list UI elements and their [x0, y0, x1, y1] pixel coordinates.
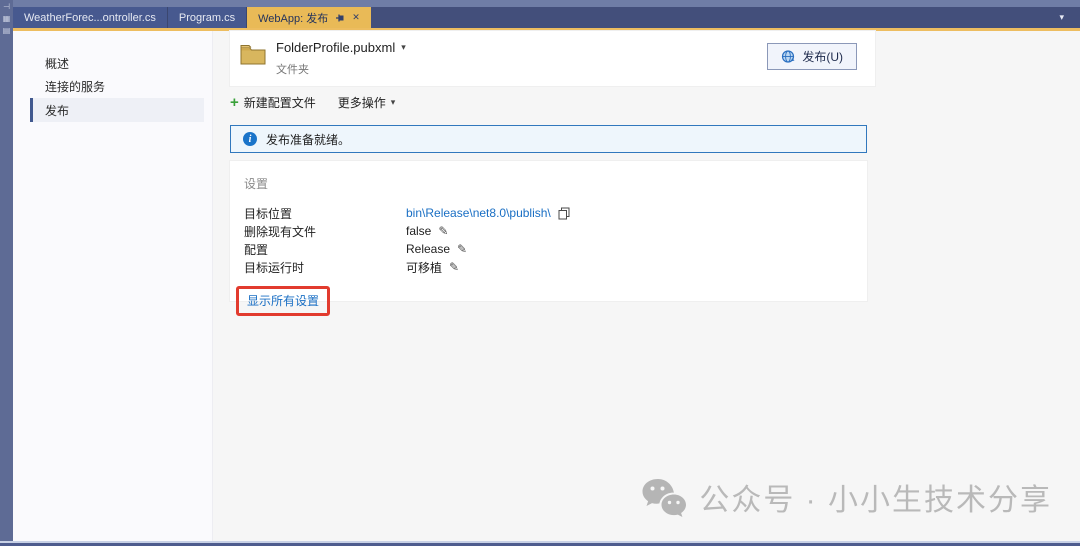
setting-value: false	[406, 224, 431, 238]
profile-name-dropdown[interactable]: FolderProfile.pubxml ▾	[276, 40, 406, 55]
tab-program-cs[interactable]: Program.cs	[168, 7, 247, 28]
sidebar-item-connected-services[interactable]: 连接的服务	[13, 75, 212, 98]
settings-section-title: 设置	[244, 175, 853, 192]
edit-pencil-icon[interactable]: ✎	[457, 242, 467, 256]
target-location-link[interactable]: bin\Release\net8.0\publish\	[406, 206, 551, 220]
watermark: 公众号 · 小小生技术分享	[641, 475, 1052, 519]
setting-label: 目标运行时	[244, 259, 406, 276]
rail-tool-icon[interactable]: ⊣	[3, 2, 10, 12]
profile-name: FolderProfile.pubxml	[276, 40, 395, 55]
chevron-down-icon: ▾	[401, 42, 406, 53]
setting-row-configuration: 配置 Release ✎	[244, 240, 853, 258]
sidebar-item-label: 连接的服务	[45, 78, 105, 95]
close-icon[interactable]: ✕	[352, 13, 360, 22]
edit-pencil-icon[interactable]: ✎	[449, 260, 459, 274]
profile-type-label: 文件夹	[276, 61, 309, 77]
workspace: 概述 连接的服务 发布 FolderPr	[13, 31, 1080, 541]
publish-sidebar: 概述 连接的服务 发布	[13, 31, 213, 541]
profile-header-card: FolderProfile.pubxml ▾ 文件夹 发布(U)	[230, 31, 875, 86]
more-actions-label: 更多操作	[338, 94, 386, 111]
tab-weatherforecast-controller[interactable]: WeatherForec...ontroller.cs	[13, 7, 168, 28]
sidebar-item-label: 概述	[45, 55, 69, 72]
wechat-icon	[641, 477, 687, 517]
new-profile-button[interactable]: + 新建配置文件	[230, 94, 316, 111]
publish-button-label: 发布(U)	[802, 48, 843, 65]
folder-icon	[240, 44, 266, 70]
more-actions-button[interactable]: 更多操作 ▾	[338, 94, 396, 111]
pin-icon[interactable]	[335, 13, 345, 23]
chevron-down-icon: ▾	[391, 97, 396, 108]
setting-value: 可移植	[406, 259, 442, 276]
publish-button[interactable]: 发布(U)	[767, 43, 857, 70]
rail-tool-icon[interactable]: ▤	[3, 26, 11, 36]
tab-label: Program.cs	[179, 12, 235, 24]
setting-row-target-runtime: 目标运行时 可移植 ✎	[244, 258, 853, 276]
publish-main-panel: FolderProfile.pubxml ▾ 文件夹 发布(U)	[213, 31, 1080, 541]
vs-publish-window: ⊣ ▦ ▤ WeatherForec...ontroller.cs Progra…	[0, 0, 1080, 546]
setting-label: 配置	[244, 241, 406, 258]
annotation-box: 显示所有设置	[236, 286, 330, 316]
settings-card: 设置 目标位置 bin\Release\net8.0\publish\ 删除现有…	[230, 161, 867, 301]
profile-toolbar: + 新建配置文件 更多操作 ▾	[230, 94, 395, 111]
new-profile-label: 新建配置文件	[244, 94, 316, 111]
sidebar-item-label: 发布	[45, 102, 69, 119]
setting-label: 删除现有文件	[244, 223, 406, 240]
title-strip	[13, 0, 1080, 7]
tab-webapp-publish[interactable]: WebApp: 发布 ✕	[247, 7, 371, 28]
setting-row-target-location: 目标位置 bin\Release\net8.0\publish\	[244, 204, 853, 222]
sidebar-item-overview[interactable]: 概述	[13, 52, 212, 75]
tab-label: WebApp: 发布	[258, 10, 328, 26]
plus-icon: +	[230, 95, 239, 110]
document-tab-bar: WeatherForec...ontroller.cs Program.cs W…	[13, 7, 1080, 28]
copy-icon[interactable]	[558, 207, 570, 220]
info-icon: i	[243, 132, 257, 146]
setting-value: Release	[406, 242, 450, 256]
tab-label: WeatherForec...ontroller.cs	[24, 12, 156, 24]
publish-globe-icon	[781, 49, 796, 64]
rail-tool-icon[interactable]: ▦	[3, 14, 11, 24]
edit-pencil-icon[interactable]: ✎	[438, 224, 448, 238]
publish-ready-infobar: i 发布准备就绪。	[230, 125, 867, 153]
activity-rail: ⊣ ▦ ▤	[0, 0, 13, 546]
show-all-settings-link[interactable]: 显示所有设置	[247, 294, 319, 308]
watermark-text: 公众号 · 小小生技术分享	[699, 475, 1052, 519]
document-well-dropdown-icon[interactable]: ▾	[1059, 12, 1064, 23]
setting-label: 目标位置	[244, 205, 406, 222]
infobar-message: 发布准备就绪。	[266, 131, 350, 148]
sidebar-item-publish[interactable]: 发布	[30, 98, 204, 122]
setting-row-delete-existing: 删除现有文件 false ✎	[244, 222, 853, 240]
